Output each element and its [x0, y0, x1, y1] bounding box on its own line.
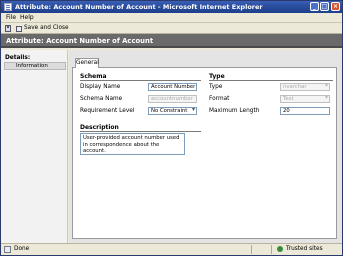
type-divider	[209, 80, 333, 81]
form-panel: Schema Display Name Account Number Schem…	[72, 67, 337, 239]
trusted-sites-icon	[277, 246, 283, 252]
save-and-close-button[interactable]: Save and Close	[14, 24, 71, 33]
minimize-button[interactable]: _	[310, 2, 319, 11]
toolbar: Save and Close	[1, 23, 342, 34]
maximize-button[interactable]: □	[320, 2, 329, 11]
menu-bar: File Help	[1, 13, 342, 23]
type-section-title: Type	[209, 73, 225, 80]
menu-file[interactable]: File	[6, 14, 16, 21]
requirement-level-select[interactable]: No Constraint	[148, 107, 197, 115]
type-select: nvarchar	[280, 83, 330, 91]
page-status-icon	[4, 246, 11, 253]
type-label: Type	[209, 84, 223, 90]
title-bar: Attribute: Account Number of Account - M…	[1, 1, 342, 13]
security-zone: Trusted sites	[277, 246, 323, 252]
sidebar-item-information[interactable]: Information	[4, 62, 66, 70]
save-icon[interactable]	[5, 25, 11, 32]
menu-help[interactable]: Help	[20, 14, 34, 21]
schema-name-label: Schema Name	[80, 96, 123, 102]
requirement-level-label: Requirement Level	[80, 108, 135, 114]
status-bar: Done Trusted sites	[1, 243, 342, 255]
description-section-title: Description	[80, 124, 119, 131]
save-close-icon	[16, 25, 22, 32]
format-select: Text	[280, 95, 330, 103]
status-separator	[271, 245, 272, 254]
page-title: Attribute: Account Number of Account	[6, 37, 154, 45]
description-divider	[80, 131, 201, 132]
schema-name-field: accountnumber	[148, 95, 197, 103]
display-name-label: Display Name	[80, 84, 121, 90]
page-header: Attribute: Account Number of Account	[1, 34, 342, 48]
main-content: General Schema Display Name Account Numb…	[69, 50, 342, 243]
maximum-length-label: Maximum Length	[209, 108, 260, 114]
maximum-length-field[interactable]: 20	[280, 107, 330, 115]
schema-section-title: Schema	[80, 73, 107, 80]
browser-window: Attribute: Account Number of Account - M…	[0, 0, 343, 256]
sidebar: Details: Information	[1, 50, 68, 243]
sidebar-heading: Details:	[5, 55, 31, 61]
tab-general[interactable]: General	[75, 58, 99, 68]
save-and-close-label: Save and Close	[24, 25, 69, 31]
page-icon	[4, 3, 12, 11]
status-separator	[251, 245, 252, 254]
status-text: Done	[14, 246, 30, 252]
window-title: Attribute: Account Number of Account - M…	[15, 3, 263, 11]
description-textarea[interactable]: User-provided account number used in cor…	[80, 133, 185, 155]
sidebar-item-label: Information	[16, 63, 48, 69]
schema-divider	[80, 80, 201, 81]
display-name-field[interactable]: Account Number	[148, 83, 197, 91]
format-label: Format	[209, 96, 230, 102]
security-zone-label: Trusted sites	[286, 246, 323, 252]
close-button[interactable]: ×	[331, 2, 340, 11]
